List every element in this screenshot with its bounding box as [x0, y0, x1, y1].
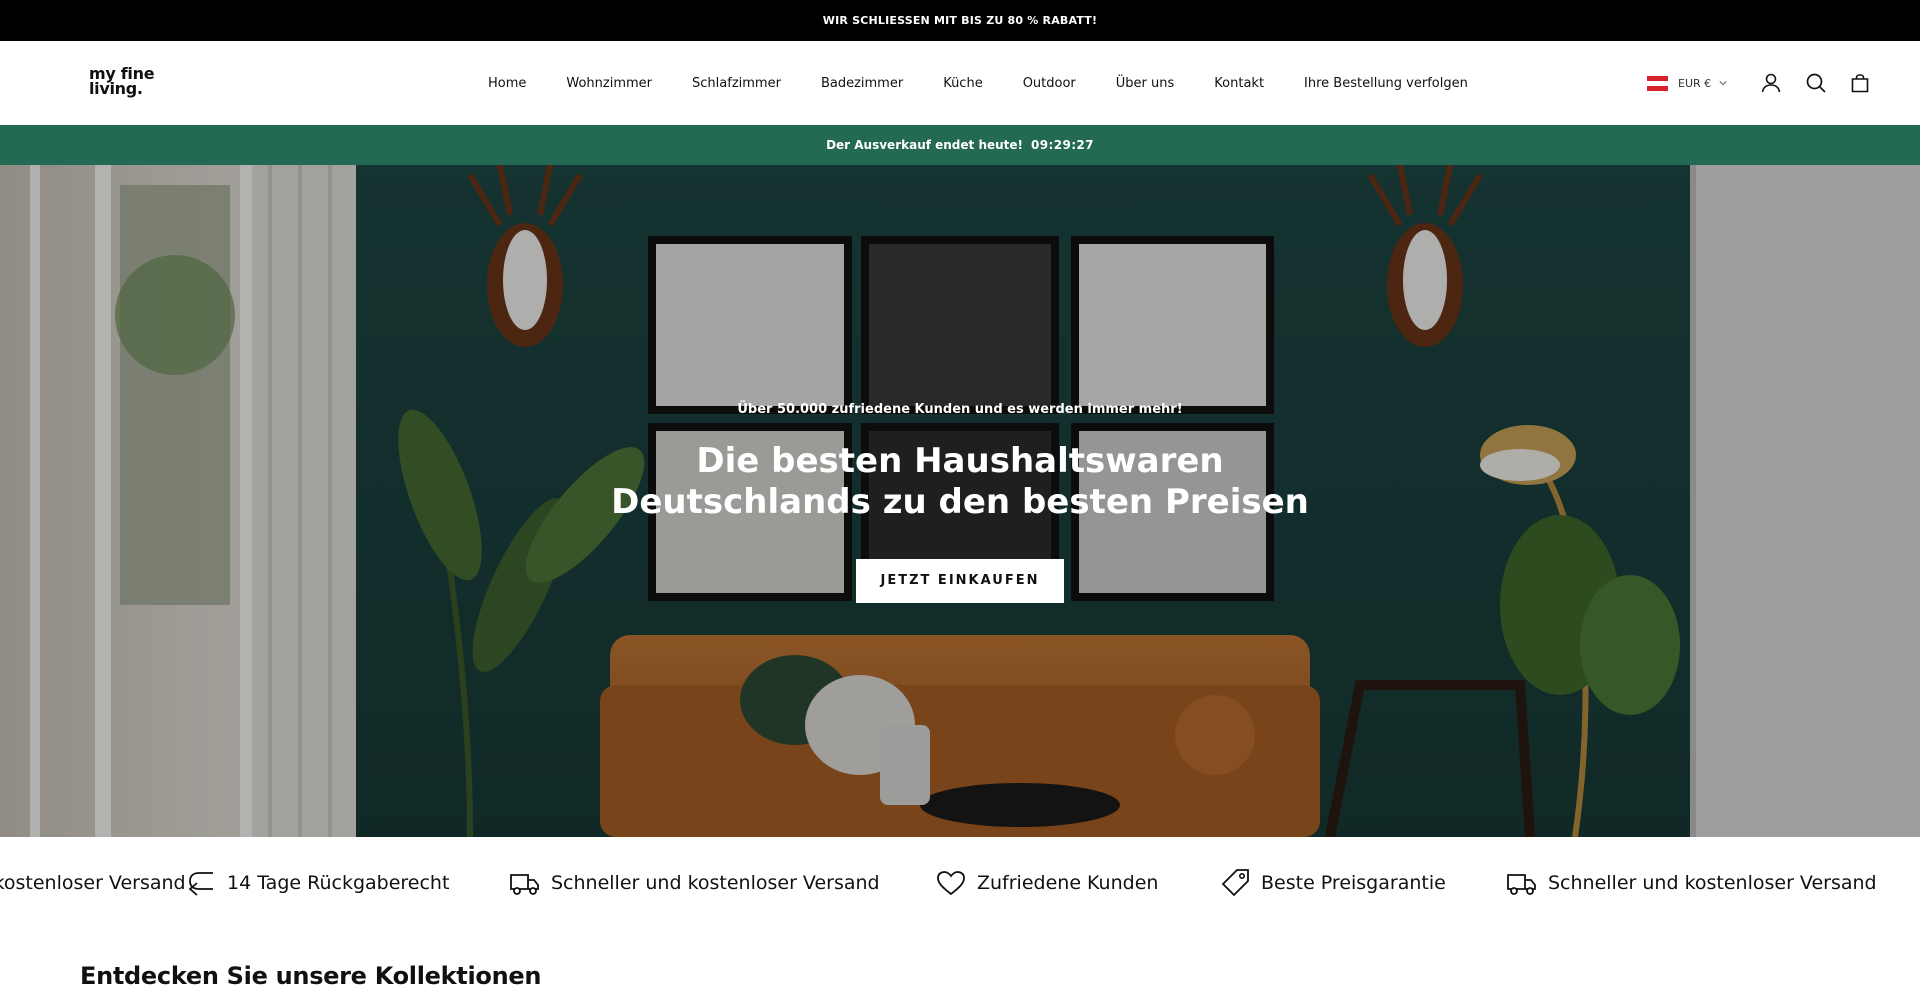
truck-icon — [510, 874, 539, 895]
feature-text: Schneller und kostenloser Versand — [0, 872, 186, 894]
austria-flag-icon — [1647, 75, 1668, 91]
nav-item-wohnzimmer[interactable]: Wohnzimmer — [566, 76, 652, 91]
main-nav: Home Wohnzimmer Schlafzimmer Badezimmer … — [488, 41, 1468, 125]
feature-item: Schneller und kostenloser Versand — [509, 865, 880, 901]
site-header: my fine living. Home Wohnzimmer Schlafzi… — [0, 41, 1920, 125]
feature-item: 14 Tage Rückgaberecht — [185, 865, 449, 901]
feature-text: Schneller und kostenloser Versand — [551, 872, 880, 894]
hero-content: Über 50.000 zufriedene Kunden und es wer… — [0, 402, 1920, 603]
account-icon[interactable] — [1759, 71, 1783, 95]
currency-label: EUR € — [1678, 76, 1712, 90]
truck-icon — [1507, 874, 1536, 895]
countdown-timer: 09:29:27 — [1031, 138, 1094, 152]
feature-item: Zufriedene Kunden — [935, 865, 1158, 901]
currency-selector[interactable]: EUR € — [1647, 71, 1727, 95]
price-tag-icon — [1221, 869, 1249, 897]
announcement-bar: WIR SCHLIESSEN MIT BIS ZU 80 % RABATT! — [0, 0, 1920, 41]
feature-text: Schneller und kostenloser Versand — [1548, 872, 1877, 894]
feature-item: Beste Preisgarantie — [1219, 865, 1446, 901]
nav-item-ueber-uns[interactable]: Über uns — [1116, 76, 1175, 91]
nav-item-home[interactable]: Home — [488, 76, 526, 91]
nav-item-kueche[interactable]: Küche — [943, 76, 983, 91]
collections-heading: Entdecken Sie unsere Kollektionen — [80, 962, 542, 990]
nav-item-badezimmer[interactable]: Badezimmer — [821, 76, 903, 91]
announcement-text: WIR SCHLIESSEN MIT BIS ZU 80 % RABATT! — [822, 14, 1098, 27]
hero-title: Die besten Haushaltswaren Deutschlands z… — [611, 441, 1309, 522]
nav-item-outdoor[interactable]: Outdoor — [1023, 76, 1076, 91]
feature-text: 14 Tage Rückgaberecht — [227, 872, 450, 894]
feature-item: Schneller und kostenloser Versand — [1506, 865, 1877, 901]
nav-item-schlafzimmer[interactable]: Schlafzimmer — [692, 76, 781, 91]
cart-icon[interactable] — [1848, 71, 1872, 95]
nav-item-kontakt[interactable]: Kontakt — [1214, 76, 1264, 91]
logo[interactable]: my fine living. — [89, 66, 155, 98]
feature-text: Beste Preisgarantie — [1261, 872, 1446, 894]
nav-item-bestellung-verfolgen[interactable]: Ihre Bestellung verfolgen — [1304, 76, 1468, 91]
feature-marquee: Schneller und kostenloser Versand 14 Tag… — [0, 837, 1920, 929]
feature-text: Zufriedene Kunden — [977, 872, 1159, 894]
search-icon[interactable] — [1804, 71, 1828, 95]
hero-subtitle: Über 50.000 zufriedene Kunden und es wer… — [737, 402, 1183, 417]
chevron-down-icon — [1719, 81, 1727, 86]
hero-banner: Über 50.000 zufriedene Kunden und es wer… — [0, 165, 1920, 837]
shop-now-button[interactable]: JETZT EINKAUFEN — [856, 559, 1064, 603]
sale-text: Der Ausverkauf endet heute! — [826, 138, 1024, 152]
heart-icon — [937, 871, 965, 896]
logo-line-2: living. — [89, 79, 143, 98]
feature-item: Schneller und kostenloser Versand — [0, 865, 186, 901]
sale-countdown-bar: Der Ausverkauf endet heute! 09:29:27 — [0, 125, 1920, 165]
return-arrow-icon — [188, 872, 213, 896]
